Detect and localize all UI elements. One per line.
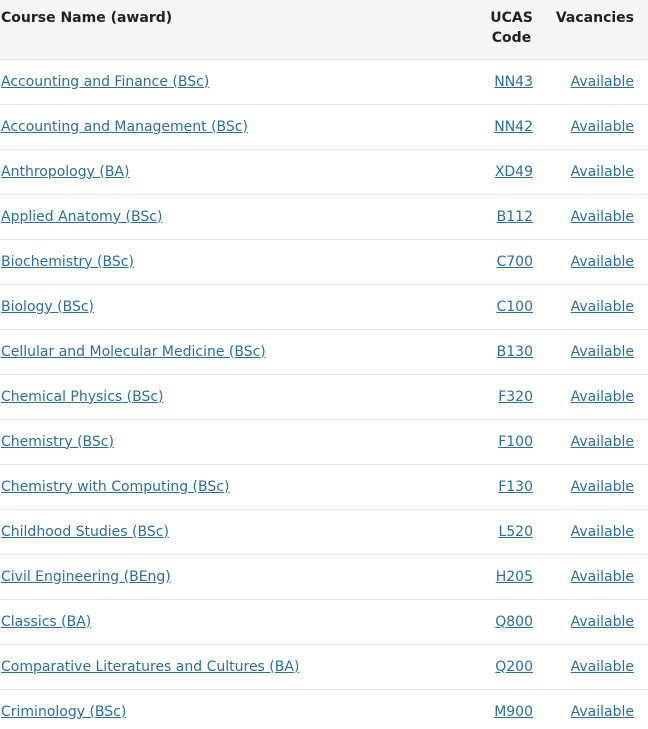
ucas-code-link[interactable]: B112 (497, 209, 533, 225)
table-row: Civil Engineering (BEng) H205 Available (0, 554, 648, 599)
table-row: Accounting and Management (BSc) NN42 Ava… (0, 104, 648, 149)
course-name-link[interactable]: Comparative Literatures and Cultures (BA… (1, 659, 299, 675)
vacancy-status-link[interactable]: Available (571, 344, 634, 360)
ucas-code-link[interactable]: M900 (494, 704, 533, 720)
ucas-code-header-line1: UCAS (490, 10, 533, 26)
table-row: Applied Anatomy (BSc) B112 Available (0, 194, 648, 239)
ucas-code-link[interactable]: F320 (498, 389, 533, 405)
table-body: Accounting and Finance (BSc) NN43 Availa… (0, 59, 648, 729)
vacancy-status-link[interactable]: Available (571, 74, 634, 90)
ucas-code-link[interactable]: Q200 (495, 659, 533, 675)
ucas-code-link[interactable]: H205 (496, 569, 533, 585)
course-name-link[interactable]: Chemistry (BSc) (1, 434, 114, 450)
table-row: Chemical Physics (BSc) F320 Available (0, 374, 648, 419)
table-row: Childhood Studies (BSc) L520 Available (0, 509, 648, 554)
table-row: Anthropology (BA) XD49 Available (0, 149, 648, 194)
table-row: Classics (BA) Q800 Available (0, 599, 648, 644)
ucas-code-link[interactable]: C100 (497, 299, 534, 315)
table-row: Chemistry with Computing (BSc) F130 Avai… (0, 464, 648, 509)
course-name-link[interactable]: Anthropology (BA) (1, 164, 129, 180)
table-row: Comparative Literatures and Cultures (BA… (0, 644, 648, 689)
course-name-link[interactable]: Accounting and Finance (BSc) (1, 74, 209, 90)
course-name-link[interactable]: Cellular and Molecular Medicine (BSc) (1, 344, 266, 360)
course-name-link[interactable]: Accounting and Management (BSc) (1, 119, 248, 135)
ucas-code-header-line2: Code (491, 30, 532, 46)
vacancy-status-link[interactable]: Available (571, 164, 634, 180)
ucas-code-header: UCAS Code (480, 0, 543, 60)
course-name-link[interactable]: Biochemistry (BSc) (1, 254, 134, 270)
course-name-header: Course Name (award) (0, 0, 480, 60)
vacancy-status-link[interactable]: Available (571, 254, 634, 270)
course-name-link[interactable]: Biology (BSc) (1, 299, 94, 315)
header-row: Course Name (award) UCAS Code Vacancies (0, 0, 648, 60)
table-row: Chemistry (BSc) F100 Available (0, 419, 648, 464)
table-row: Biology (BSc) C100 Available (0, 284, 648, 329)
course-name-link[interactable]: Classics (BA) (1, 614, 91, 630)
vacancy-status-link[interactable]: Available (571, 434, 634, 450)
course-name-link[interactable]: Criminology (BSc) (1, 704, 126, 720)
ucas-code-link[interactable]: NN42 (494, 119, 533, 135)
table-row: Accounting and Finance (BSc) NN43 Availa… (0, 59, 648, 104)
ucas-code-link[interactable]: NN43 (494, 74, 533, 90)
vacancies-header: Vacancies (543, 0, 648, 60)
ucas-code-link[interactable]: F130 (498, 479, 533, 495)
course-name-link[interactable]: Childhood Studies (BSc) (1, 524, 169, 540)
course-name-link[interactable]: Applied Anatomy (BSc) (1, 209, 162, 225)
vacancy-status-link[interactable]: Available (571, 659, 634, 675)
course-vacancies-table: Course Name (award) UCAS Code Vacancies … (0, 0, 648, 729)
course-name-link[interactable]: Civil Engineering (BEng) (1, 569, 171, 585)
vacancy-status-link[interactable]: Available (571, 119, 634, 135)
vacancy-status-link[interactable]: Available (571, 569, 634, 585)
course-name-link[interactable]: Chemical Physics (BSc) (1, 389, 164, 405)
vacancy-status-link[interactable]: Available (571, 209, 634, 225)
table-row: Biochemistry (BSc) C700 Available (0, 239, 648, 284)
vacancy-status-link[interactable]: Available (571, 704, 634, 720)
ucas-code-link[interactable]: XD49 (495, 164, 533, 180)
vacancy-status-link[interactable]: Available (571, 614, 634, 630)
ucas-code-link[interactable]: B130 (497, 344, 533, 360)
ucas-code-link[interactable]: F100 (498, 434, 533, 450)
vacancy-status-link[interactable]: Available (571, 299, 634, 315)
table-header: Course Name (award) UCAS Code Vacancies (0, 0, 648, 60)
ucas-code-link[interactable]: L520 (498, 524, 533, 540)
course-name-link[interactable]: Chemistry with Computing (BSc) (1, 479, 229, 495)
ucas-code-link[interactable]: Q800 (495, 614, 533, 630)
table-row: Cellular and Molecular Medicine (BSc) B1… (0, 329, 648, 374)
vacancy-status-link[interactable]: Available (571, 524, 634, 540)
vacancy-status-link[interactable]: Available (571, 389, 634, 405)
ucas-code-link[interactable]: C700 (497, 254, 534, 270)
table-row: Criminology (BSc) M900 Available (0, 689, 648, 729)
vacancy-status-link[interactable]: Available (571, 479, 634, 495)
